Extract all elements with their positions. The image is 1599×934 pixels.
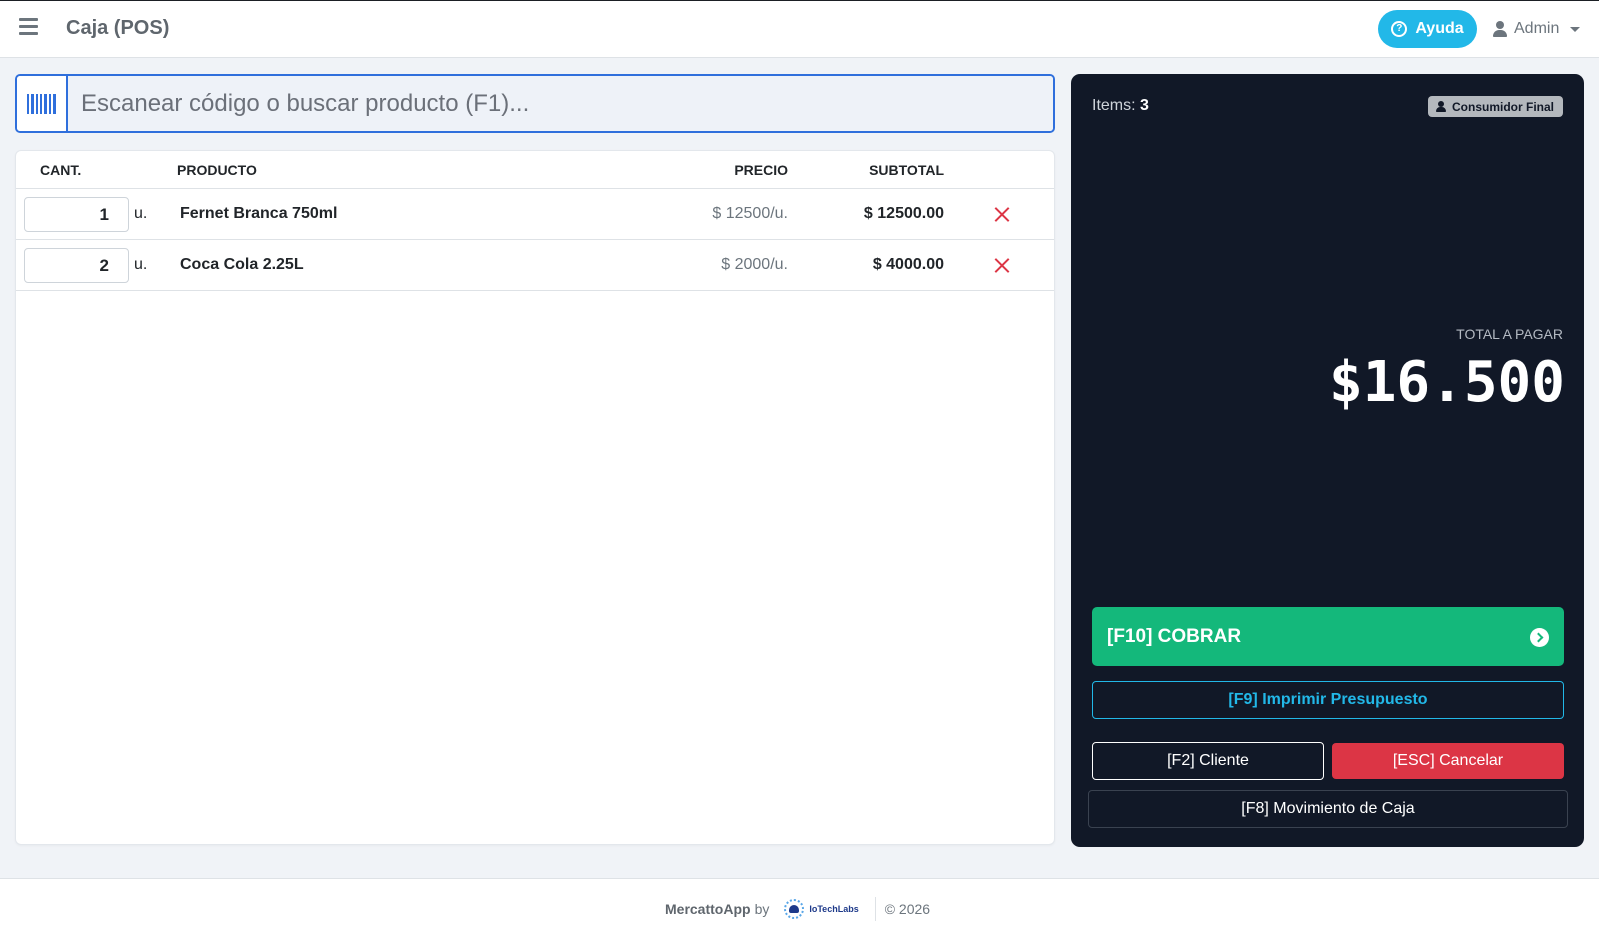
items-count-label: Items: — [1092, 97, 1136, 114]
unit-label: u. — [134, 256, 148, 273]
unit-label: u. — [134, 205, 148, 222]
client-button[interactable]: [F2] Cliente — [1092, 742, 1324, 780]
company-logo-icon — [783, 898, 805, 920]
table-row: u. Coca Cola 2.25L $ 2000/u. $ 4000.00 — [16, 240, 1054, 291]
caret-down-icon — [1570, 26, 1581, 32]
user-icon — [1436, 101, 1446, 112]
col-header-price: PRECIO — [734, 162, 788, 178]
unit-price: $ 12500/u. — [712, 205, 788, 222]
help-button-label: Ayuda — [1415, 20, 1464, 37]
user-name: Admin — [1514, 20, 1560, 37]
row-subtotal: $ 12500.00 — [863, 205, 944, 222]
charge-button-label: [F10] COBRAR — [1107, 625, 1242, 647]
company-logo[interactable]: IoTechLabs — [783, 898, 859, 920]
cart-table-header: CANT. PRODUCTO PRECIO SUBTOTAL — [16, 151, 1054, 189]
items-count: Items: 3 — [1092, 97, 1149, 115]
product-search-group — [15, 74, 1055, 133]
col-header-subtotal: SUBTOTAL — [869, 162, 944, 178]
cash-movement-button[interactable]: [F8] Movimiento de Caja — [1088, 790, 1568, 828]
menu-toggle-icon[interactable] — [19, 18, 38, 35]
unit-price: $ 2000/u. — [721, 256, 788, 273]
question-circle-icon: ? — [1391, 21, 1408, 37]
footer-credits: MercattoApp by IoTechLabs © 2026 — [665, 897, 930, 921]
customer-name: Consumidor Final — [1452, 99, 1554, 114]
print-quote-button[interactable]: [F9] Imprimir Presupuesto — [1092, 681, 1564, 719]
col-header-qty: CANT. — [40, 162, 82, 178]
footer-divider — [874, 897, 876, 921]
row-subtotal: $ 4000.00 — [872, 256, 944, 273]
quantity-input[interactable] — [24, 248, 129, 283]
checkout-summary-panel: Items: 3 Consumidor Final TOTAL A PAGAR … — [1071, 74, 1584, 847]
barcode-icon — [27, 93, 56, 114]
product-search-input[interactable] — [68, 76, 1053, 131]
user-icon — [1493, 21, 1507, 37]
page-title: Caja (POS) — [66, 17, 170, 39]
table-row: u. Fernet Branca 750ml $ 12500/u. $ 1250… — [16, 189, 1054, 240]
chevron-right-circle-icon — [1530, 628, 1549, 647]
barcode-scan-button[interactable] — [17, 76, 68, 131]
product-name: Fernet Branca 750ml — [180, 205, 338, 222]
items-count-value: 3 — [1140, 97, 1149, 114]
remove-item-icon[interactable] — [994, 257, 1010, 273]
user-menu-dropdown[interactable]: Admin — [1493, 18, 1581, 40]
col-header-product: PRODUCTO — [177, 162, 257, 178]
footer-by: by — [754, 901, 770, 917]
charge-button[interactable]: [F10] COBRAR — [1092, 607, 1564, 666]
cart-table: CANT. PRODUCTO PRECIO SUBTOTAL u. Fernet… — [15, 150, 1055, 845]
remove-item-icon[interactable] — [994, 206, 1010, 222]
help-button[interactable]: ? Ayuda — [1378, 10, 1477, 48]
total-amount: $16.500 — [1328, 350, 1565, 415]
footer-brand: MercattoApp — [665, 901, 751, 917]
footer: MercattoApp by IoTechLabs © 2026 — [0, 878, 1599, 934]
cancel-button[interactable]: [ESC] Cancelar — [1332, 743, 1564, 779]
quantity-input[interactable] — [24, 197, 129, 232]
total-label: TOTAL A PAGAR — [1456, 326, 1563, 342]
company-logo-text: IoTechLabs — [809, 904, 859, 914]
product-name: Coca Cola 2.25L — [180, 256, 304, 273]
customer-badge: Consumidor Final — [1428, 96, 1563, 117]
top-navbar: Caja (POS) ? Ayuda Admin — [0, 0, 1599, 58]
copyright: © 2026 — [884, 901, 931, 917]
